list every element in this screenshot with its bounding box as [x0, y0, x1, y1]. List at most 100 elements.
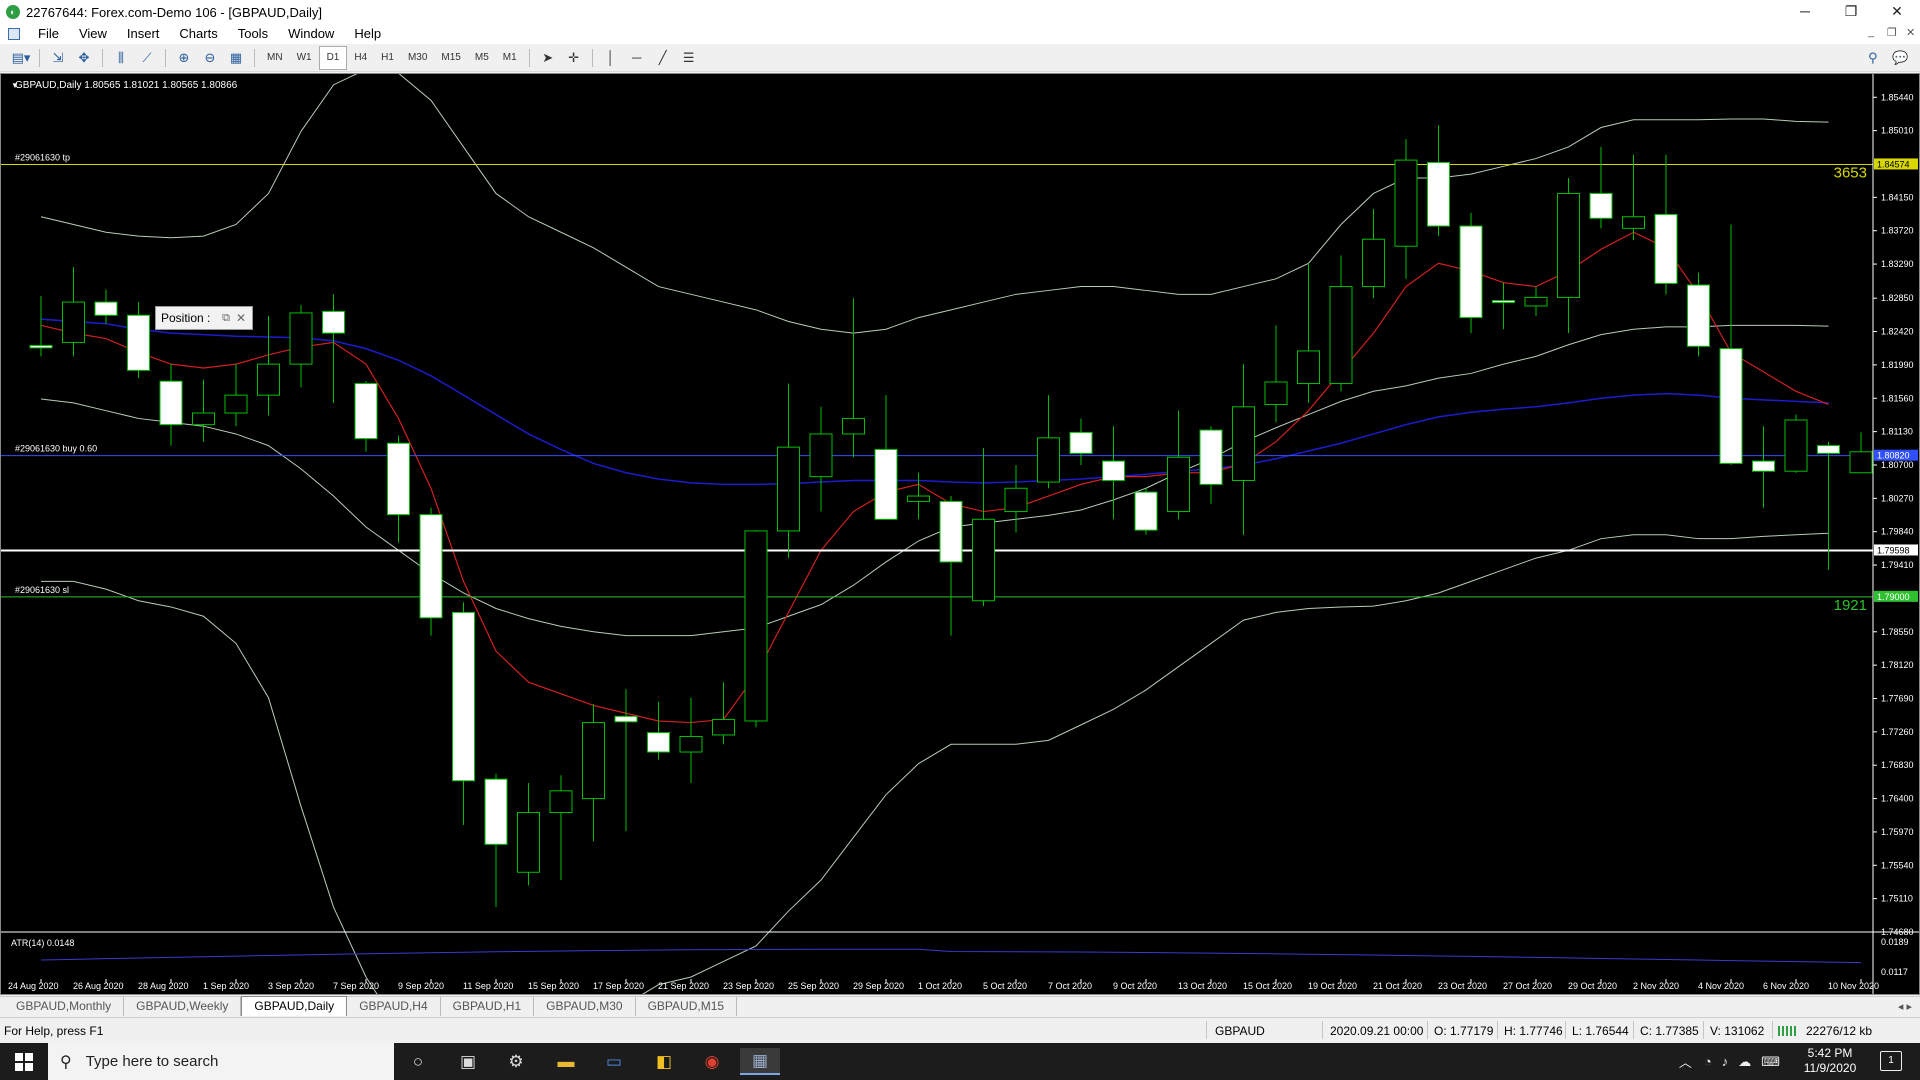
network-icon[interactable]: ◔: [1704, 1054, 1712, 1069]
price-axis-label: 1.76400: [1881, 794, 1914, 804]
chart-close-button[interactable]: ✕: [1906, 26, 1915, 39]
tray-overflow-icon[interactable]: ︿: [1679, 1052, 1692, 1071]
menu-window[interactable]: Window: [278, 24, 344, 44]
bar-chart-icon[interactable]: ⫼: [108, 47, 134, 69]
sticky-app-icon[interactable]: ◧: [644, 1048, 684, 1075]
candle-body: [484, 778, 508, 845]
onedrive-icon[interactable]: ☁: [1738, 1054, 1751, 1070]
menu-view[interactable]: View: [69, 24, 117, 44]
candle-body: [257, 363, 280, 396]
trendline-icon[interactable]: ╱: [650, 47, 676, 69]
gear-app-icon[interactable]: ⚙: [496, 1048, 536, 1075]
cortana-icon[interactable]: ○: [398, 1048, 438, 1075]
menu-charts[interactable]: Charts: [169, 24, 227, 44]
status-divider: [1206, 1021, 1207, 1039]
notifications-icon[interactable]: 1: [1880, 1051, 1902, 1071]
metatrader-taskbar-icon[interactable]: ▦: [740, 1048, 780, 1075]
volume-icon[interactable]: ♪: [1722, 1054, 1729, 1069]
taskbar-search-box[interactable]: ⚲ Type here to search: [48, 1043, 394, 1080]
zoom-out-icon[interactable]: ⊖: [197, 47, 223, 69]
timeframe-d1[interactable]: D1: [318, 45, 348, 70]
chart-window-icon[interactable]: [8, 28, 20, 40]
timeframe-w1[interactable]: W1: [290, 47, 319, 69]
atr-axis-label: 0.0189: [1881, 937, 1909, 947]
remote-desktop-icon[interactable]: ▭: [594, 1048, 634, 1075]
tab-gbpaud-monthly[interactable]: GBPAUD,Monthly: [4, 997, 125, 1016]
tile-windows-icon[interactable]: ▦: [223, 47, 249, 69]
price-axis-label: 1.83720: [1881, 226, 1914, 236]
restore-button[interactable]: ❐: [1828, 0, 1874, 24]
panel-close-icon[interactable]: ✕: [236, 311, 246, 325]
price-axis-label: 1.79840: [1881, 527, 1914, 537]
tab-gbpaud-m15[interactable]: GBPAUD,M15: [636, 997, 738, 1016]
cursor-icon[interactable]: ➤: [535, 47, 561, 69]
candle-body: [1687, 284, 1710, 347]
chart-minimize-button[interactable]: _: [1868, 26, 1874, 38]
candle-body: [1329, 286, 1353, 385]
date-axis-label: 11 Sep 2020: [463, 981, 513, 991]
auto-scroll-icon[interactable]: ⇲: [45, 47, 71, 69]
taskbar-clock[interactable]: 5:42 PM 11/9/2020: [1795, 1046, 1865, 1076]
candle-body: [29, 345, 53, 349]
timeframe-m1[interactable]: M1: [496, 47, 524, 69]
candle-body: [1004, 487, 1028, 513]
collapse-arrow-icon[interactable]: ▼: [11, 81, 19, 90]
close-button[interactable]: ✕: [1874, 0, 1920, 24]
timeframe-mn[interactable]: MN: [260, 47, 290, 69]
tab-gbpaud-m30[interactable]: GBPAUD,M30: [534, 997, 636, 1016]
tab-gbpaud-h1[interactable]: GBPAUD,H1: [441, 997, 535, 1016]
chrome-icon[interactable]: ◉: [692, 1048, 732, 1075]
timeframe-m15[interactable]: M15: [434, 47, 467, 69]
price-axis-label: 1.84150: [1881, 192, 1914, 202]
timeframe-h1[interactable]: H1: [374, 47, 401, 69]
file-explorer-icon[interactable]: ▬: [546, 1048, 586, 1075]
clock-date: 11/9/2020: [1803, 1061, 1857, 1075]
tab-scroll-arrows-icon[interactable]: ◂ ▸: [1898, 1000, 1912, 1013]
chat-icon[interactable]: 💬: [1892, 50, 1908, 66]
order-line-label: #29061630 sl: [15, 585, 69, 595]
price-axis-label: 1.81130: [1881, 427, 1913, 437]
line-chart-icon[interactable]: ⟋: [134, 47, 160, 69]
date-axis-label: 5 Oct 2020: [983, 981, 1027, 991]
timeframe-m5[interactable]: M5: [468, 47, 496, 69]
tab-gbpaud-daily[interactable]: GBPAUD,Daily: [241, 996, 348, 1016]
candle-body: [354, 383, 378, 440]
toolbar-separator: [39, 48, 40, 67]
zoom-in-icon[interactable]: ⊕: [171, 47, 197, 69]
vertical-line-icon[interactable]: │: [598, 47, 624, 69]
timeframe-h4[interactable]: H4: [347, 47, 374, 69]
price-axis-label: 1.75110: [1881, 894, 1913, 904]
price-chart[interactable]: #29061630 tp 1.84574 3653 #29061630 buy 0.6…: [1, 74, 1919, 994]
candle-body: [1069, 431, 1093, 454]
position-panel[interactable]: Position : ⧉ ✕: [155, 306, 253, 330]
status-symbol: GBPAUD: [1215, 1024, 1265, 1038]
tab-gbpaud-h4[interactable]: GBPAUD,H4: [347, 997, 441, 1016]
candle-body: [1297, 350, 1320, 385]
status-volume: V: 131062: [1710, 1024, 1765, 1038]
chart-restore-button[interactable]: ❐: [1887, 26, 1897, 39]
horizontal-line-icon[interactable]: ─: [624, 47, 650, 69]
fibonacci-icon[interactable]: ☰: [676, 47, 702, 69]
date-axis-label: 7 Oct 2020: [1048, 981, 1092, 991]
search-icon[interactable]: ⚲: [1868, 50, 1878, 66]
crosshair-navigation-icon[interactable]: ✥: [71, 47, 97, 69]
crosshair-icon[interactable]: ✛: [561, 47, 587, 69]
task-view-icon[interactable]: ▣: [448, 1048, 488, 1075]
panel-detach-icon[interactable]: ⧉: [222, 312, 230, 325]
menu-tools[interactable]: Tools: [228, 24, 278, 44]
tab-gbpaud-weekly[interactable]: GBPAUD,Weekly: [124, 997, 242, 1016]
candle-body: [1167, 456, 1190, 513]
menu-insert[interactable]: Insert: [117, 24, 170, 44]
keyboard-icon[interactable]: ⌨: [1761, 1054, 1780, 1070]
new-chart-icon[interactable]: ▤▾: [8, 47, 34, 69]
timeframe-m30[interactable]: M30: [401, 47, 434, 69]
connection-status-icon[interactable]: [1778, 1026, 1798, 1036]
minimize-button[interactable]: ─: [1782, 0, 1828, 24]
menu-help[interactable]: Help: [344, 24, 391, 44]
chart-window[interactable]: #29061630 tp 1.84574 3653 #29061630 buy 0.6…: [0, 73, 1920, 995]
start-button[interactable]: [0, 1043, 48, 1080]
date-axis-label: 2 Nov 2020: [1633, 981, 1679, 991]
date-axis-label: 28 Aug 2020: [138, 981, 189, 991]
menu-file[interactable]: File: [28, 24, 69, 44]
price-axis-label: 1.83290: [1881, 259, 1914, 269]
